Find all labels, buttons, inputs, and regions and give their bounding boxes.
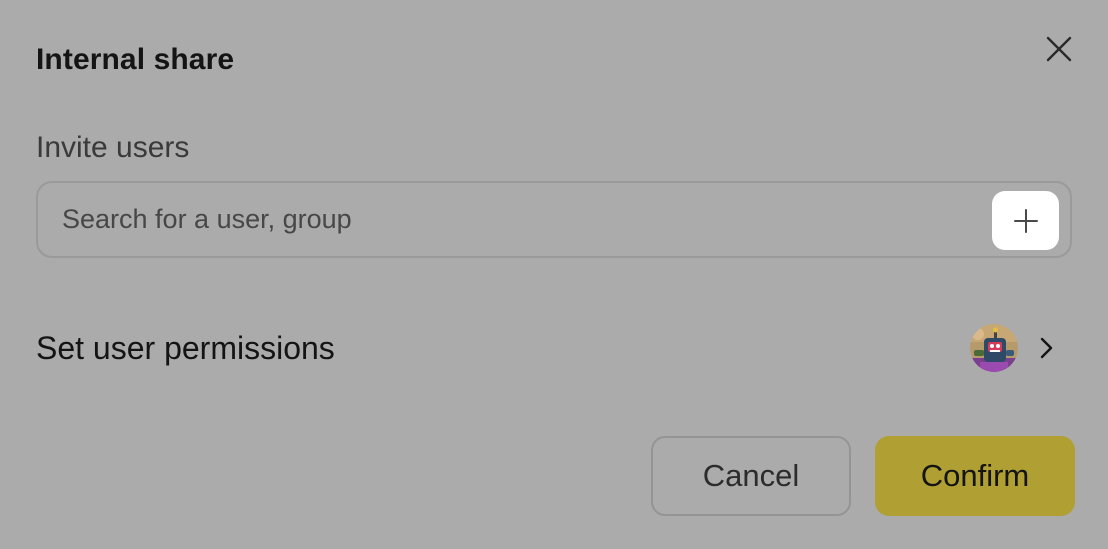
chevron-right-icon <box>1040 337 1053 359</box>
confirm-button[interactable]: Confirm <box>875 436 1075 516</box>
set-user-permissions-label: Set user permissions <box>36 330 335 366</box>
dialog-title: Internal share <box>36 43 235 76</box>
close-icon <box>1046 36 1072 62</box>
add-user-button[interactable] <box>992 191 1059 250</box>
invite-users-label: Invite users <box>36 131 190 164</box>
internal-share-dialog: Internal share Invite users Set user per… <box>0 0 1108 549</box>
user-search-input[interactable] <box>62 183 962 256</box>
cancel-button[interactable]: Cancel <box>651 436 851 516</box>
invite-search-box <box>36 181 1072 258</box>
user-avatar <box>970 324 1018 372</box>
plus-icon <box>1013 208 1038 233</box>
set-user-permissions-row[interactable]: Set user permissions <box>0 315 1108 381</box>
close-button[interactable] <box>1040 30 1078 68</box>
